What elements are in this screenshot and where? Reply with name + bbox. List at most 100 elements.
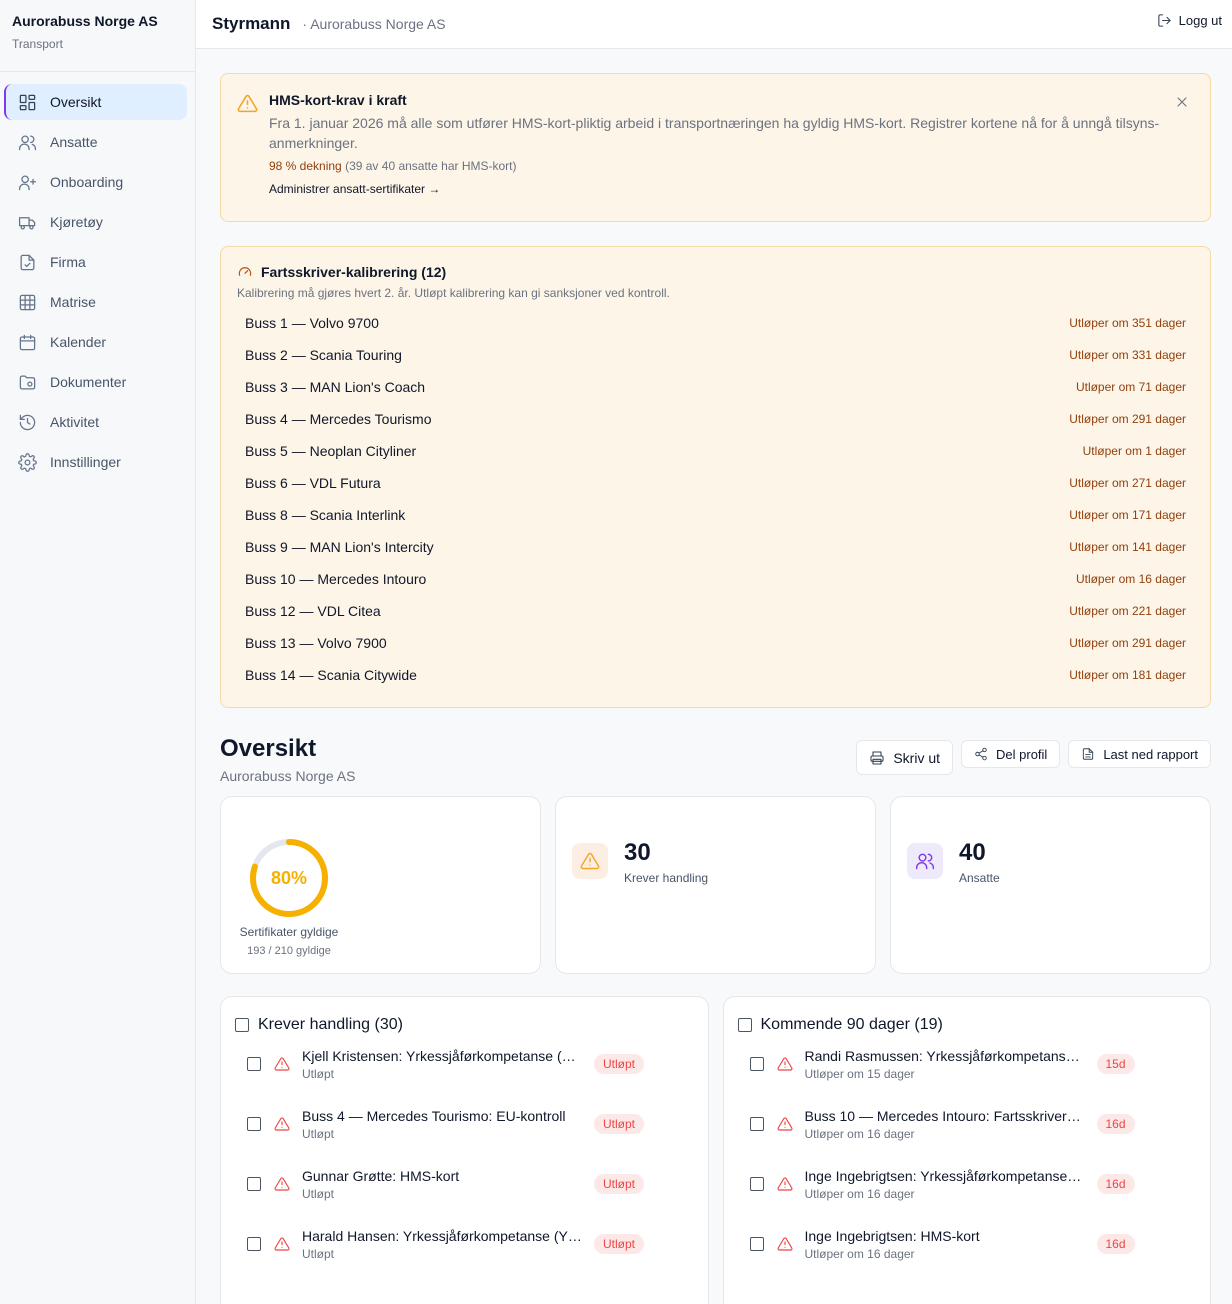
calibration-header: Fartsskriver-kalibrering (12) (237, 264, 1194, 280)
progress-ring: 80% (248, 837, 330, 919)
close-icon (1177, 97, 1187, 107)
action-required-card[interactable]: 30 Krever handling (555, 796, 876, 974)
days-badge: 16d (1096, 1174, 1135, 1194)
alert-body: Fra 1. januar 2026 må alle som utfører H… (269, 115, 1160, 151)
sidebar-item-innstillinger[interactable]: Innstillinger (4, 444, 187, 480)
list-item[interactable]: Gunnar Grøtte: HMS-kort Utløpt Utløpt (235, 1154, 694, 1214)
item-text: Inge Ingebrigtsen: Yrkessjåførkompetanse… (805, 1168, 1085, 1201)
calibration-row[interactable]: Buss 2 — Scania Touring Utløper om 331 da… (245, 339, 1186, 371)
calibration-row[interactable]: Buss 10 — Mercedes Intouro Utløper om 16 … (245, 563, 1186, 595)
item-checkbox[interactable] (749, 1237, 764, 1251)
share-label: Del profil (996, 746, 1048, 762)
vehicle-name: Buss 5 — Neoplan Cityliner (245, 443, 417, 459)
users-icon (915, 853, 935, 870)
calibration-row[interactable]: Buss 8 — Scania Interlink Utløper om 171 … (245, 499, 1186, 531)
sidebar-item-kjoretoy[interactable]: Kjøretøy (4, 204, 187, 240)
list-item[interactable]: Buss 10 — Mercedes Intouro: Fartsskriver… (738, 1094, 1197, 1154)
item-checkbox[interactable] (749, 1117, 764, 1131)
calibration-title: Fartsskriver-kalibrering (12) (261, 264, 447, 280)
item-checkbox[interactable] (247, 1057, 261, 1071)
item-title: Kjell Kristensen: Yrkessjåførkompetanse … (302, 1047, 582, 1064)
item-title: Randi Rasmussen: Yrkessjåførkompetanse (… (804, 1047, 1085, 1064)
sidebar-item-dokumenter[interactable]: Dokumenter (4, 364, 187, 400)
expiry-text: Utløper om 181 dager (1069, 668, 1186, 682)
list-item[interactable]: Inge Ingebrigtsen: Yrkessjåførkompetanse… (738, 1154, 1197, 1214)
sidebar-item-oversikt[interactable]: Oversikt (4, 84, 187, 120)
sidebar-item-onboarding[interactable]: Onboarding (4, 164, 187, 200)
close-button[interactable] (1174, 94, 1190, 110)
ring-percent: 80% (270, 867, 308, 888)
item-status: Utløper om 16 dager (804, 1246, 915, 1261)
expiry-text: Utløper om 331 dager (1069, 348, 1186, 362)
sidebar-item-firma[interactable]: Firma (4, 244, 187, 280)
item-checkbox[interactable] (247, 1177, 261, 1191)
list-item[interactable]: Kjell Kristensen: Yrkessjåførkompetanse … (235, 1034, 694, 1094)
employees-label: Ansatte (959, 871, 1000, 885)
alert-triangle-icon (274, 1176, 290, 1192)
print-button[interactable]: Skriv ut (856, 740, 954, 775)
topbar: Styrmann · Aurorabuss Norge AS Logg ut (196, 0, 1232, 49)
item-text: Gunnar Grøtte: HMS-kort Utløpt (302, 1168, 582, 1201)
calibration-row[interactable]: Buss 5 — Neoplan Cityliner Utløper om 1 d… (245, 435, 1186, 467)
sidebar-item-ansatte[interactable]: Ansatte (4, 124, 187, 160)
list-item[interactable]: Buss 4 — Mercedes Tourismo: EU-kontroll … (235, 1094, 694, 1154)
alert-triangle-icon (776, 1056, 793, 1072)
upcoming-panel: Kommende 90 dager (19) Randi Rasmussen: … (722, 996, 1211, 1304)
calibration-subtitle: Kalibrering må gjøres hvert 2. år. Utløp… (237, 286, 670, 300)
brand: Aurorabuss Norge AS Transport (0, 0, 195, 72)
item-status: Utløpt (302, 1126, 335, 1141)
select-all-checkbox[interactable] (737, 1018, 752, 1032)
certificate-ring: 80% Sertifikater gyldige 193 / 210 gyldi… (237, 837, 341, 957)
calibration-row[interactable]: Buss 4 — Mercedes Tourismo Utløper om 291… (245, 403, 1186, 435)
expiry-text: Utløper om 271 dager (1069, 476, 1186, 490)
item-checkbox[interactable] (247, 1237, 261, 1251)
brand-name: Aurorabuss Norge AS (12, 13, 158, 29)
expiry-text: Utløper om 141 dager (1069, 540, 1186, 554)
calibration-row[interactable]: Buss 6 — VDL Futura Utløper om 271 dager (245, 467, 1186, 499)
file-text-icon (1083, 748, 1094, 760)
item-checkbox[interactable] (749, 1177, 764, 1191)
sidebar-item-aktivitet[interactable]: Aktivitet (4, 404, 187, 440)
calibration-row[interactable]: Buss 1 — Volvo 9700 Utløper om 351 dager (245, 307, 1186, 339)
item-checkbox[interactable] (247, 1117, 261, 1131)
status-badge: Utløpt (594, 1054, 645, 1074)
coverage-detail: (39 av 40 ansatte har HMS-kort) (345, 159, 517, 173)
sidebar-item-label: Firma (50, 254, 86, 270)
calibration-row[interactable]: Buss 14 — Scania Citywide Utløper om 181 … (245, 659, 1186, 691)
calibration-row[interactable]: Buss 13 — Volvo 7900 Utløper om 291 dager (245, 627, 1186, 659)
manage-certificates-link[interactable]: Administrer ansatt-sertifikater → (269, 182, 440, 196)
list-item[interactable]: Randi Rasmussen: Yrkessjåførkompetanse (… (738, 1034, 1197, 1094)
certificates-card: 80% Sertifikater gyldige 193 / 210 gyldi… (220, 796, 541, 974)
expiry-text: Utløper om 351 dager (1069, 316, 1186, 330)
action-required-panel: Krever handling (30) Kjell Kristensen: Y… (220, 996, 709, 1304)
employees-card[interactable]: 40 Ansatte (890, 796, 1211, 974)
share-profile-button[interactable]: Del profil (961, 740, 1061, 768)
vehicle-name: Buss 2 — Scania Touring (245, 347, 402, 363)
sidebar-item-matrise[interactable]: Matrise (4, 284, 187, 320)
vehicle-name: Buss 14 — Scania Citywide (245, 667, 417, 683)
calibration-row[interactable]: Buss 9 — MAN Lion's Intercity Utløper om … (245, 531, 1186, 563)
vehicle-name: Buss 9 — MAN Lion's Intercity (245, 539, 434, 555)
panel-header: Krever handling (30) (235, 1016, 694, 1034)
grid-icon (19, 294, 36, 310)
panel-title: Krever handling (30) (258, 1016, 403, 1033)
calibration-row[interactable]: Buss 12 — VDL Citea Utløper om 221 dager (245, 595, 1186, 627)
task-lists: Krever handling (30) Kjell Kristensen: Y… (220, 996, 1211, 1304)
status-badge: Utløpt (594, 1234, 645, 1254)
calendar-icon (19, 334, 36, 350)
expiry-text: Utløper om 71 dager (1075, 380, 1186, 394)
sidebar-item-kalender[interactable]: Kalender (4, 324, 187, 360)
list-item[interactable]: Inge Ingebrigtsen: HMS-kort Utløper om 1… (738, 1214, 1197, 1274)
warning-icon-box (572, 843, 608, 879)
coverage-percent: 98 % dekning (269, 159, 342, 173)
alert-title: HMS-kort-krav i kraft (269, 92, 407, 108)
item-checkbox[interactable] (749, 1057, 764, 1071)
list-item[interactable]: Harald Hansen: Yrkessjåførkompetanse (YS… (235, 1214, 694, 1274)
download-report-button[interactable]: Last ned rapport (1068, 740, 1211, 768)
select-all-checkbox[interactable] (235, 1018, 249, 1032)
item-status: Utløper om 15 dager (804, 1066, 915, 1081)
dashboard-icon (19, 94, 36, 110)
vehicle-name: Buss 1 — Volvo 9700 (245, 315, 379, 331)
logout-button[interactable]: Logg ut (1157, 13, 1222, 28)
calibration-row[interactable]: Buss 3 — MAN Lion's Coach Utløper om 71 d… (245, 371, 1186, 403)
